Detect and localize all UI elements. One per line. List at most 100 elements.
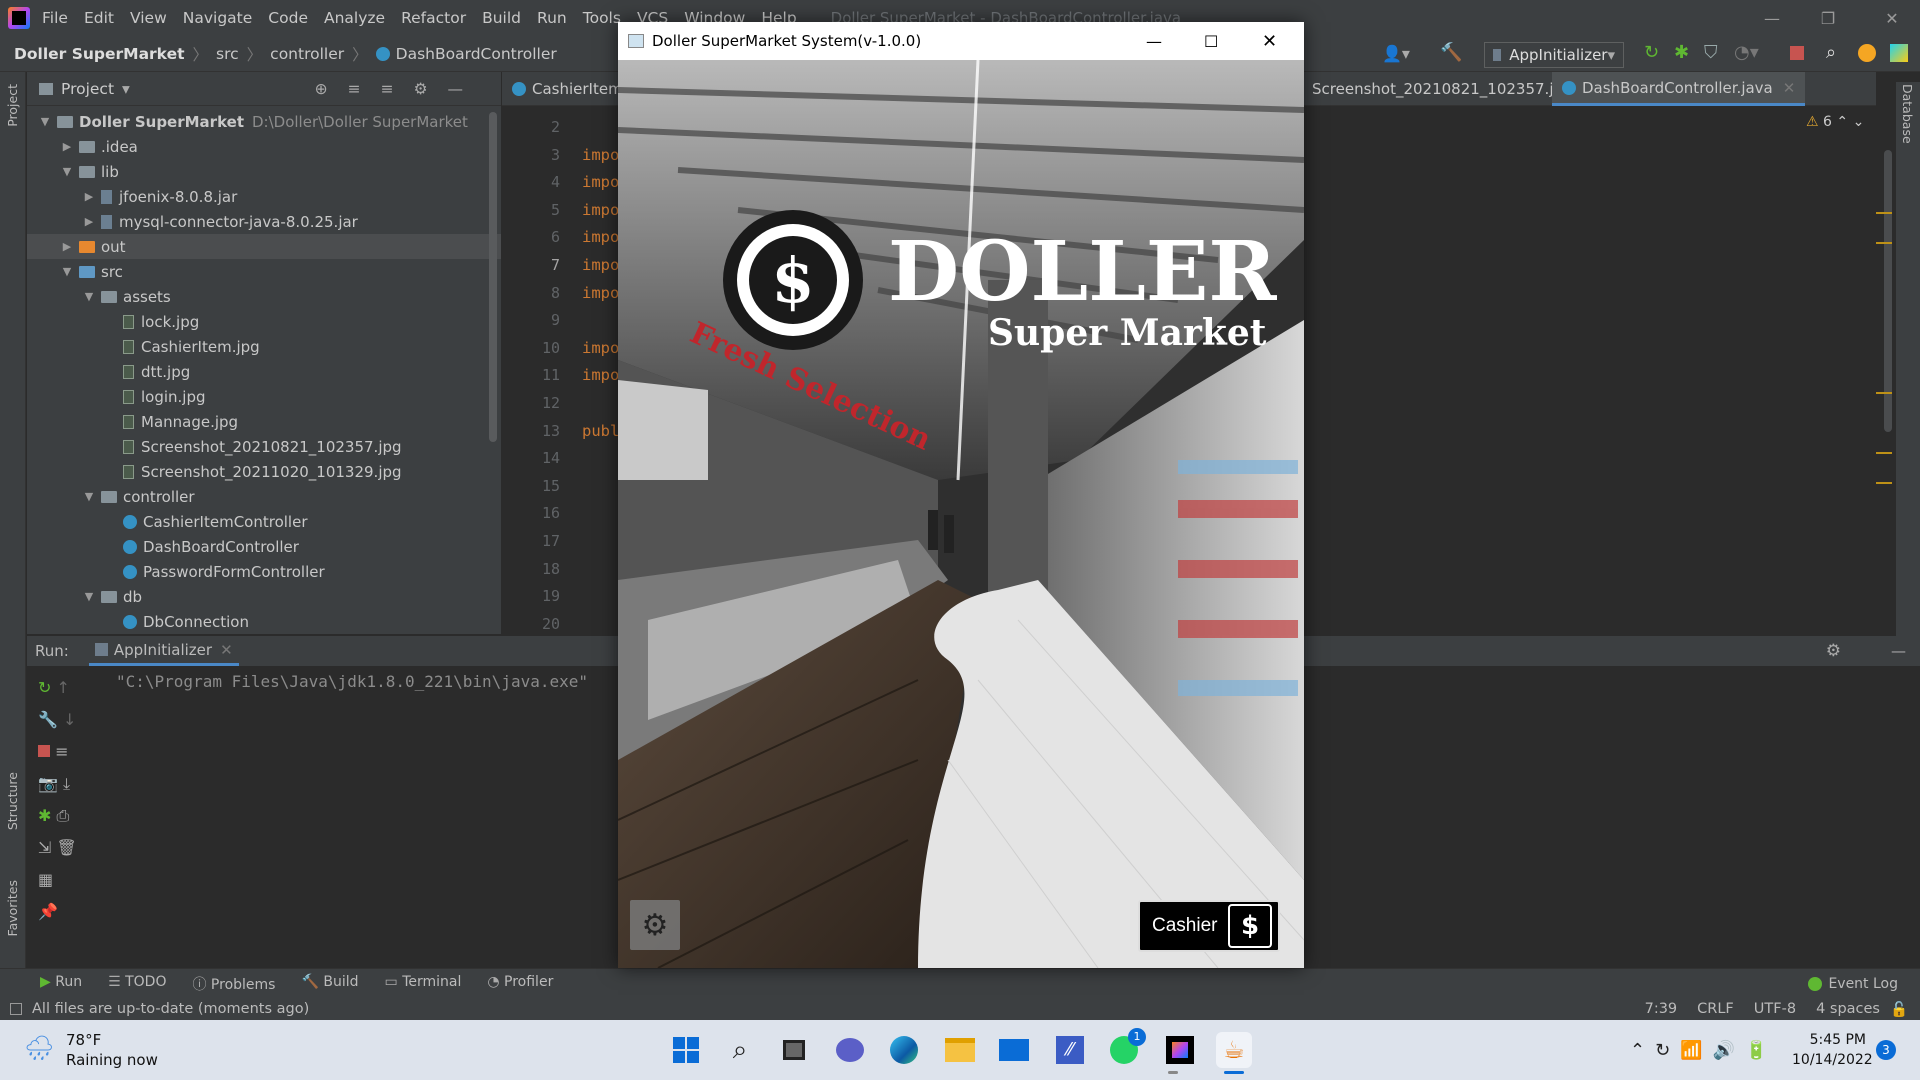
minimize-icon[interactable]: —	[1744, 0, 1800, 36]
camera-icon[interactable]: 📷 ⤓	[38, 768, 108, 800]
chevron-right-icon[interactable]: ▶	[81, 215, 97, 228]
chevron-down-icon[interactable]: ▼	[37, 115, 53, 128]
menu-item[interactable]: File	[42, 9, 68, 27]
weather-icon[interactable]: 🌧	[24, 1034, 54, 1062]
tool-window-problems[interactable]: ⓘ Problems	[192, 974, 275, 994]
event-log[interactable]: Event Log	[1808, 976, 1898, 992]
menu-item[interactable]: Refactor	[401, 9, 466, 27]
breadcrumb-controller[interactable]: controller	[270, 45, 344, 63]
modify-run-icon[interactable]: 🔧 ↓	[38, 704, 108, 736]
pin-icon[interactable]: 📌	[38, 896, 108, 928]
task-view-icon[interactable]	[776, 1032, 812, 1068]
debug-run-icon[interactable]: ✱ ⎙	[38, 800, 108, 832]
tree-item[interactable]: ▼ Doller SuperMarket D:\Doller\Doller Supe…	[27, 109, 501, 134]
status-item[interactable]: CRLF	[1697, 1001, 1734, 1017]
breadcrumb-project[interactable]: Doller SuperMarket	[14, 45, 185, 63]
tree-item[interactable]: CashierItem.jpg	[27, 334, 501, 359]
tree-item[interactable]: ▶ jfoenix-8.0.8.jar	[27, 184, 501, 209]
tree-item[interactable]: DbConnection	[27, 609, 501, 634]
run-hide-icon[interactable]: —	[1891, 642, 1906, 660]
tool-window-run[interactable]: ▶ Run	[40, 974, 82, 994]
menu-item[interactable]: View	[130, 9, 167, 27]
console-output[interactable]: "C:\Program Files\Java\jdk1.8.0_221\bin\…	[116, 672, 588, 691]
chevron-down-icon[interactable]: ▼	[59, 165, 75, 178]
clock[interactable]: 5:45 PM 10/14/2022	[1792, 1030, 1873, 1070]
tool-window-todo[interactable]: ☰ TODO	[108, 974, 166, 994]
status-toggle-icon[interactable]	[10, 1003, 22, 1015]
mail-icon[interactable]	[996, 1032, 1032, 1068]
layout-icon[interactable]: ▦	[38, 864, 108, 896]
weather-widget[interactable]: 78°F Raining now	[66, 1030, 158, 1070]
tree-item[interactable]: ▼ controller	[27, 484, 501, 509]
tool-window-profiler[interactable]: ◔ Profiler	[487, 974, 553, 994]
editor-scrollbar[interactable]	[1884, 150, 1892, 432]
structure-tool-label[interactable]: Structure	[5, 772, 20, 830]
scrollbar[interactable]	[489, 112, 497, 442]
tree-item[interactable]: lock.jpg	[27, 309, 501, 334]
menu-item[interactable]: Tools	[583, 9, 621, 27]
tree-item[interactable]: PasswordFormController	[27, 559, 501, 584]
edge-icon[interactable]	[886, 1032, 922, 1068]
chevron-down-icon[interactable]: ▼	[81, 590, 97, 603]
project-toolbar-icons[interactable]: ⊕≡≡⚙—	[315, 80, 483, 98]
exit-icon[interactable]: ⇲ 🗑	[38, 832, 108, 864]
status-item[interactable]: UTF-8	[1754, 1001, 1796, 1017]
tree-item[interactable]: dtt.jpg	[27, 359, 501, 384]
search-taskbar-icon[interactable]: ⌕	[722, 1032, 758, 1068]
menu-item[interactable]: Navigate	[183, 9, 253, 27]
close-icon[interactable]: ✕	[1864, 0, 1920, 36]
tree-item[interactable]: ▼ db	[27, 584, 501, 609]
tree-item[interactable]: Mannage.jpg	[27, 409, 501, 434]
tab-cashier-item[interactable]: CashierItem	[502, 72, 633, 106]
tree-item[interactable]: ▼ src	[27, 259, 501, 284]
tree-item[interactable]: ▼ assets	[27, 284, 501, 309]
vscode-like-icon[interactable]: ⁄⁄	[1052, 1032, 1088, 1068]
status-item[interactable]: 7:39	[1645, 1001, 1678, 1017]
cashier-button[interactable]: Cashier $	[1138, 900, 1280, 952]
start-icon[interactable]	[668, 1032, 704, 1068]
profile-icon[interactable]: ◔▾	[1734, 42, 1759, 63]
restore-icon[interactable]: ❐	[1800, 0, 1856, 36]
search-icon[interactable]: ⌕	[1826, 42, 1836, 63]
tree-item[interactable]: login.jpg	[27, 384, 501, 409]
project-view-select[interactable]: Project	[61, 80, 114, 98]
plugin-icon[interactable]	[1890, 44, 1908, 62]
tree-item[interactable]: DashBoardController	[27, 534, 501, 559]
menu-item[interactable]: Code	[268, 9, 308, 27]
favorites-tool-label[interactable]: Favorites	[5, 880, 20, 936]
tab-dashboard-controller[interactable]: DashBoardController.java ✕	[1552, 72, 1806, 106]
coverage-icon[interactable]: ⛉	[1704, 42, 1718, 63]
teams-chat-icon[interactable]	[832, 1032, 868, 1068]
menu-item[interactable]: Edit	[84, 9, 114, 27]
chevron-down-icon[interactable]: ▼	[59, 265, 75, 278]
rerun-icon[interactable]: ↻ ↑	[38, 672, 108, 704]
debug-icon[interactable]: ✱	[1674, 42, 1689, 63]
rerun-icon[interactable]: ↻	[1644, 42, 1659, 63]
tree-item[interactable]: Screenshot_20210821_102357.jpg	[27, 434, 501, 459]
java-taskbar-icon[interactable]: ☕	[1216, 1032, 1252, 1068]
tree-item[interactable]: CashierItemController	[27, 509, 501, 534]
file-explorer-icon[interactable]	[942, 1032, 978, 1068]
menu-item[interactable]: Run	[537, 9, 567, 27]
run-tab[interactable]: AppInitializer ✕	[88, 636, 239, 666]
run-settings-icon[interactable]: ⚙	[1826, 641, 1841, 661]
warning-count[interactable]: ⚠ 6 ⌃ ⌄	[1806, 114, 1864, 130]
project-tool-label[interactable]: Project	[5, 84, 20, 127]
breadcrumb-src[interactable]: src	[216, 45, 239, 63]
tool-window-terminal[interactable]: ▭ Terminal	[385, 974, 462, 994]
app-maximize-icon[interactable]: ☐	[1204, 32, 1218, 51]
chevron-down-icon[interactable]: ▼	[81, 290, 97, 303]
intellij-taskbar-icon[interactable]	[1162, 1032, 1198, 1068]
app-close-icon[interactable]: ✕	[1262, 31, 1277, 52]
app-minimize-icon[interactable]: —	[1146, 32, 1162, 51]
tree-item[interactable]: ▶ out	[27, 234, 501, 259]
menu-item[interactable]: Analyze	[324, 9, 385, 27]
tool-window-build[interactable]: 🔨 Build	[301, 974, 358, 994]
tree-item[interactable]: ▼ lib	[27, 159, 501, 184]
tree-item[interactable]: ▶ mysql-connector-java-8.0.25.jar	[27, 209, 501, 234]
stop-run-icon[interactable]: ≡	[38, 736, 108, 768]
run-config-select[interactable]: AppInitializer ▾	[1484, 42, 1624, 68]
chevron-right-icon[interactable]: ▶	[59, 140, 75, 153]
status-item[interactable]: 4 spaces	[1816, 1001, 1880, 1017]
tree-item[interactable]: Screenshot_20211020_101329.jpg	[27, 459, 501, 484]
